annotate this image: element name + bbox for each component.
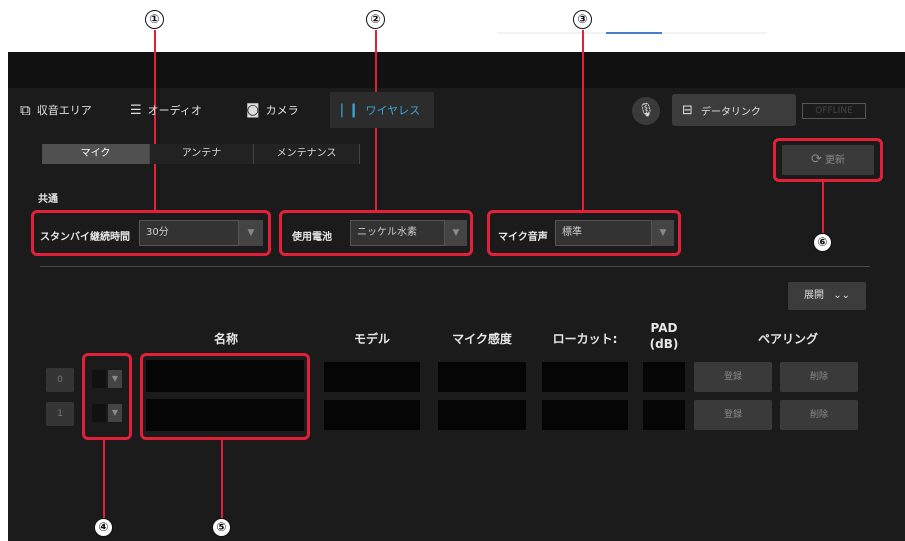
header-sensitivity: マイク感度 [452,332,512,346]
callout-2: ② [366,10,385,29]
battery-select[interactable]: ニッケル水素 [350,220,445,246]
datalink-label: データリンク [700,106,761,118]
mixer-icon: ☰ [130,102,142,118]
tab-audio[interactable]: ☰ オーディオ [124,92,220,128]
callout-box-4 [82,353,132,440]
row-number: 0 [46,368,74,392]
callout-5: ⑤ [212,518,231,537]
refresh-icon: ⟳ [810,152,822,167]
model-cell [324,362,420,392]
sensitivity-cell[interactable] [438,400,526,430]
double-chevron-down-icon: ⌄⌄ [833,290,850,301]
standby-select[interactable]: 30分 [139,220,239,246]
callout-line-3 [582,30,584,210]
header-lowcut: ローカット: [552,332,618,346]
subtab-antenna[interactable]: アンテナ [150,144,254,164]
tab-label: カメラ [265,104,299,117]
callout-line-4 [103,440,105,518]
header-model: モデル [353,332,390,346]
callout-6: ⑥ [813,233,832,252]
color-swatch[interactable] [92,404,106,422]
callout-4: ④ [94,518,113,537]
name-field[interactable] [146,399,304,431]
lowcut-cell[interactable] [542,362,628,392]
header-pairing: ペアリング [757,332,818,346]
standby-label: スタンバイ継続時間 [40,232,130,243]
wireless-icon: ❘❙ [336,102,360,118]
microphone-icon[interactable]: 🎙 [632,97,660,125]
camera-icon: ◙ [246,102,260,118]
tab-label: 収音エリア [36,104,92,117]
delete-button[interactable]: 削除 [780,362,858,392]
chevron-down-icon[interactable]: ▼ [652,220,674,246]
tab-label: ワイヤレス [365,104,421,117]
expand-button[interactable]: 展開 ⌄⌄ [788,282,866,310]
datalink-button[interactable]: ⊟ データリンク [672,94,796,126]
callout-3: ③ [573,10,592,29]
mic-voice-label: マイク音声 [498,232,548,243]
pad-cell[interactable] [643,400,685,430]
refresh-button[interactable]: ⟳ 更新 [782,145,874,175]
tab-wireless[interactable]: ❘❙ ワイヤレス [330,92,434,128]
lowcut-cell[interactable] [542,400,628,430]
expand-label: 展開 [804,290,825,301]
header-pad: PAD (dB) [649,321,679,351]
row-number: 1 [46,402,74,426]
common-title: 共通 [38,194,58,205]
header-name: 名称 [213,332,238,346]
tab-sound-area[interactable]: ⧉ 収音エリア [14,92,116,128]
chevron-down-icon[interactable]: ▼ [239,220,263,246]
tab-camera[interactable]: ◙ カメラ [240,92,330,128]
sensitivity-cell[interactable] [438,362,526,392]
grid-icon: ⧉ [20,101,31,119]
subtab-maintenance[interactable]: メンテナンス [254,144,360,164]
battery-label: 使用電池 [292,232,332,243]
register-button[interactable]: 登録 [694,362,772,392]
tab-label: オーディオ [147,104,202,117]
subtab-mic[interactable]: マイク [42,144,150,164]
register-button[interactable]: 登録 [694,400,772,430]
chevron-down-icon[interactable]: ▼ [108,370,122,388]
chevron-down-icon[interactable]: ▼ [445,220,467,246]
callout-line-5 [221,440,223,518]
callout-line-6 [822,182,824,233]
network-icon: ⊟ [682,102,693,118]
mic-voice-select[interactable]: 標準 [555,220,652,246]
status-badge: OFFLINE [802,103,866,119]
pad-cell[interactable] [643,362,685,392]
title-bar [8,52,905,88]
chevron-down-icon[interactable]: ▼ [108,404,122,422]
divider [40,266,870,267]
color-swatch[interactable] [92,370,106,388]
refresh-label: 更新 [825,155,846,166]
delete-button[interactable]: 削除 [780,400,858,430]
model-cell [324,400,420,430]
name-field[interactable] [146,360,304,392]
callout-1: ① [145,10,164,29]
